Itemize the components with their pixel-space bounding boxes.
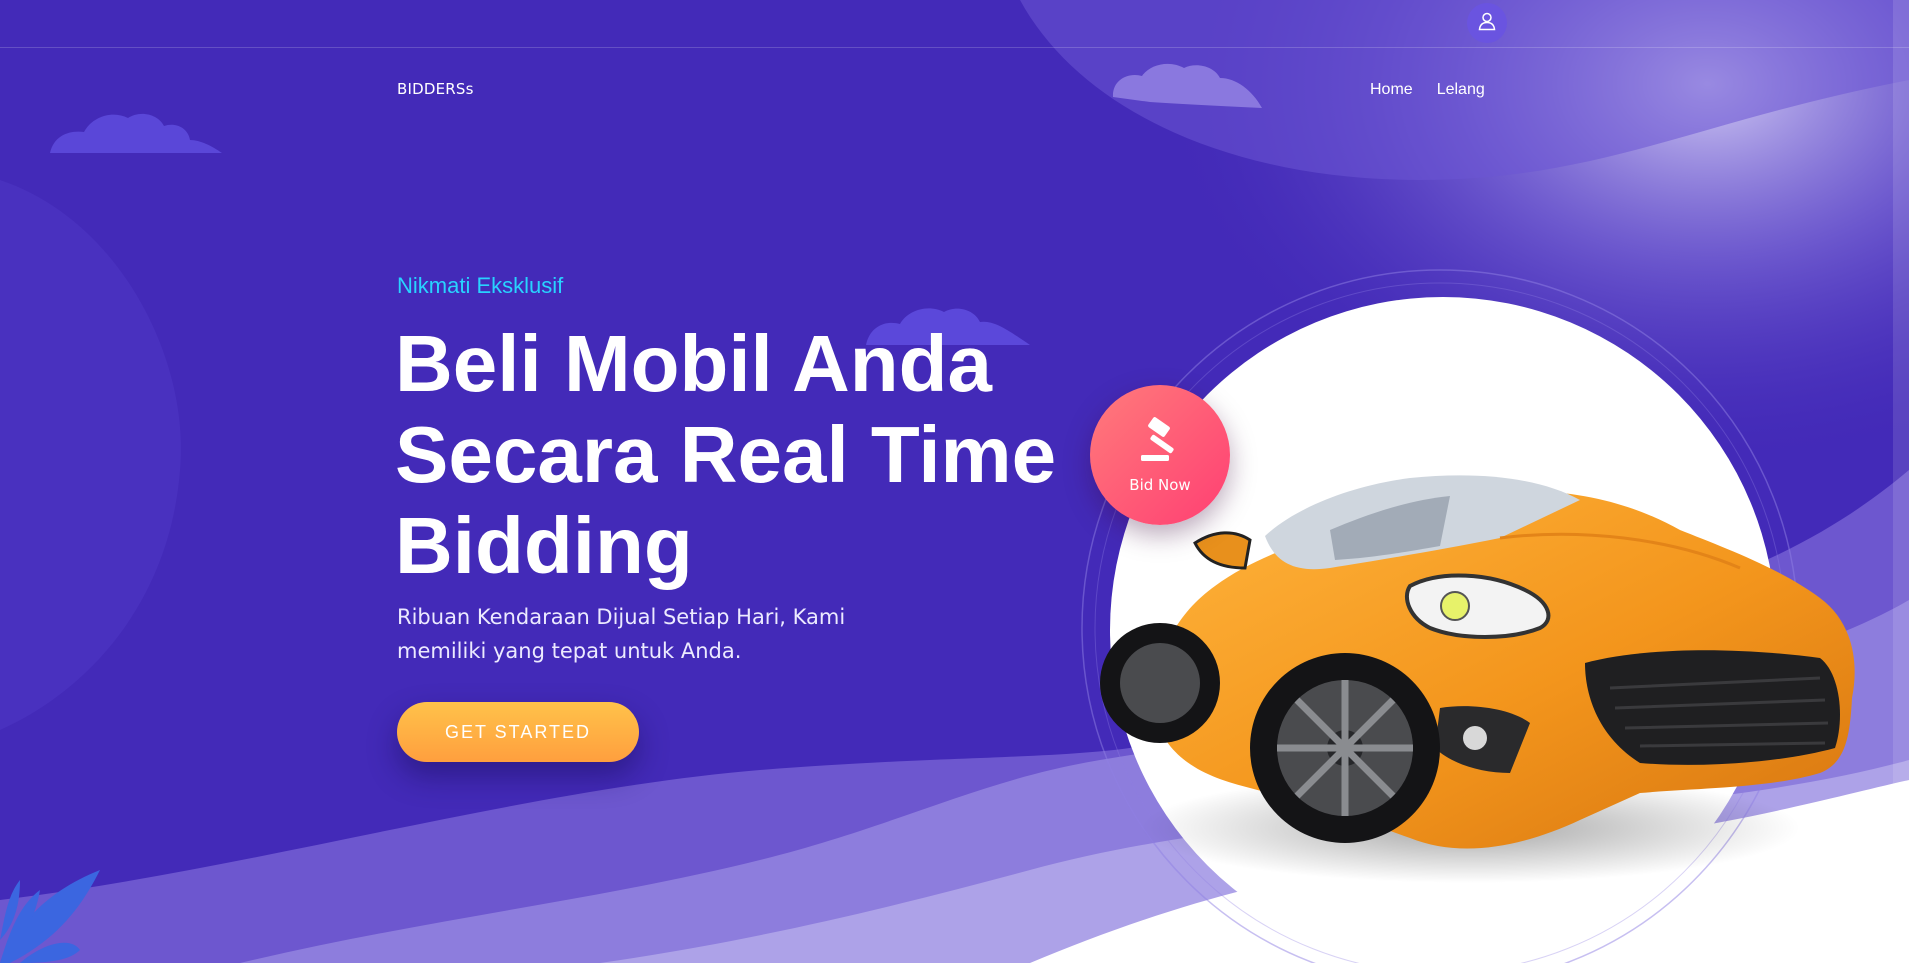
main-nav: Home Lelang: [1370, 81, 1485, 99]
headline-line-1: Beli Mobil Anda: [395, 319, 993, 408]
hero-eyebrow: Nikmati Eksklusif: [397, 273, 564, 298]
hero-car-image: [1081, 269, 1855, 963]
user-icon: [1477, 11, 1497, 36]
user-account-button[interactable]: [1467, 3, 1507, 43]
nav-home[interactable]: Home: [1370, 81, 1413, 99]
headline-line-3: Bidding: [395, 501, 693, 590]
bid-now-button[interactable]: Bid Now: [1090, 385, 1230, 525]
brand-logo[interactable]: BIDDERSs: [397, 80, 474, 98]
get-started-button[interactable]: GET STARTED: [397, 702, 639, 762]
gavel-icon: [1135, 416, 1185, 472]
hero-headline: Beli Mobil Anda Secara Real Time Bidding: [395, 318, 1095, 591]
headline-line-2: Secara Real Time: [395, 410, 1057, 499]
top-bar: [0, 0, 1909, 48]
bid-now-label: Bid Now: [1129, 475, 1191, 494]
nav-lelang[interactable]: Lelang: [1437, 81, 1485, 99]
vertical-scrollbar[interactable]: [1893, 0, 1909, 963]
hero-subtitle: Ribuan Kendaraan Dijual Setiap Hari, Kam…: [397, 605, 846, 663]
